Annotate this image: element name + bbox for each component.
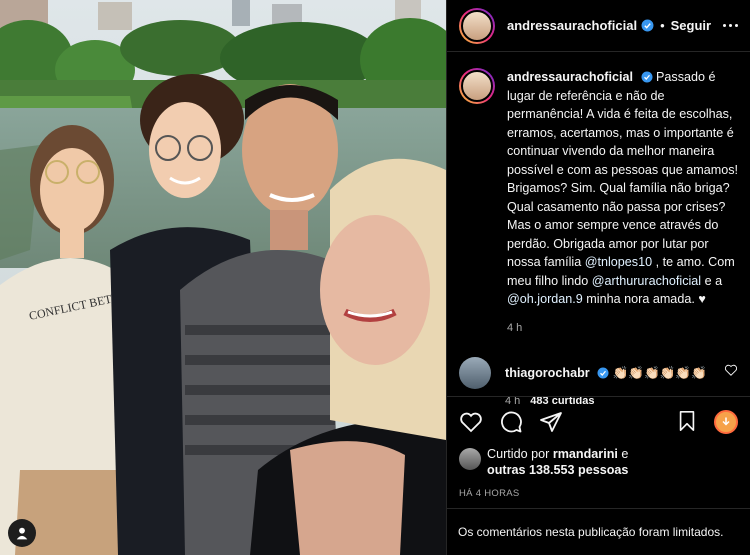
verified-icon: [641, 71, 652, 83]
family-selfie-image: CONFLICT BETWE: [0, 0, 446, 555]
post-side-panel: andressaurachoficial • Seguir andressaur…: [446, 0, 750, 555]
mention-link[interactable]: @arthururachoficial: [592, 274, 701, 288]
mention-link[interactable]: @oh.jordan.9: [507, 292, 583, 306]
follow-button[interactable]: Seguir: [671, 18, 711, 33]
comment-icon[interactable]: [499, 410, 523, 434]
author-avatar[interactable]: [459, 7, 495, 44]
user-tag-icon[interactable]: [8, 519, 36, 547]
heart-icon[interactable]: [459, 410, 483, 434]
post-photo[interactable]: CONFLICT BETWE: [0, 0, 446, 555]
liker-avatar[interactable]: [459, 448, 481, 470]
caption-text-part: minha nora amada. ♥: [582, 292, 706, 306]
comment-text: 👏🏻👏🏻👏🏻👏🏻👏🏻👏🏻: [612, 366, 707, 380]
post-actions-bar: [447, 396, 750, 446]
caption-text-part: Passado é lugar de referência e não de p…: [507, 70, 738, 269]
post-caption: andressaurachoficial Passado é lugar de …: [447, 52, 750, 337]
commenter-username[interactable]: thiagorochabr: [505, 366, 590, 380]
bookmark-icon[interactable]: [676, 410, 700, 434]
caption-username[interactable]: andressaurachoficial: [507, 70, 633, 84]
more-options-icon[interactable]: [723, 24, 738, 27]
separator-dot: •: [660, 18, 665, 33]
commenter-avatar[interactable]: [459, 357, 491, 389]
post-date[interactable]: HÁ 4 HORAS: [459, 488, 520, 499]
caption-avatar[interactable]: [459, 68, 495, 104]
verified-icon: [597, 367, 609, 379]
likes-count-link[interactable]: outras 138.553 pessoas: [487, 463, 628, 477]
liker-username[interactable]: rmandarini: [553, 447, 618, 461]
comment-like-icon[interactable]: [724, 363, 738, 377]
download-icon[interactable]: [714, 409, 738, 434]
likes-prefix: Curtido por: [487, 447, 553, 461]
likes-middle: e: [617, 447, 629, 461]
share-icon[interactable]: [539, 410, 563, 434]
caption-text-part: e a: [701, 273, 723, 288]
caption-timestamp[interactable]: 4 h: [507, 319, 738, 338]
caption-text: andressaurachoficial Passado é lugar de …: [507, 68, 738, 309]
likes-summary: Curtido por rmandarini e outras 138.553 …: [459, 446, 628, 478]
mention-link[interactable]: @tnlopes10: [585, 255, 652, 269]
comments-limited-notice: Os comentários nesta publicação foram li…: [447, 508, 750, 555]
post-header: andressaurachoficial • Seguir: [447, 0, 750, 52]
verified-icon: [641, 19, 654, 32]
author-username[interactable]: andressaurachoficial: [507, 18, 637, 33]
